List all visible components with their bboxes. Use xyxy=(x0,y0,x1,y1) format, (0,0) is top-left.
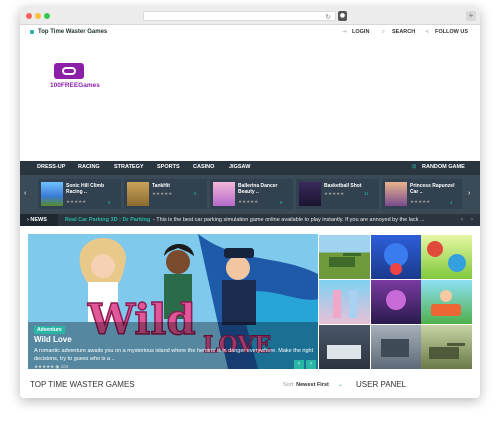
game-tile[interactable] xyxy=(319,235,370,279)
card-title: TankHit xyxy=(152,183,170,189)
logo-icon[interactable] xyxy=(54,63,84,79)
home-icon xyxy=(30,30,34,34)
maximize-dot[interactable] xyxy=(44,13,50,19)
game-tile[interactable] xyxy=(421,325,472,369)
follow-link[interactable]: FOLLOW US xyxy=(435,29,468,35)
new-tab-button[interactable]: + xyxy=(466,11,476,21)
shield-icon[interactable]: ● xyxy=(338,11,347,21)
nav-item-sports[interactable]: SPORTS xyxy=(157,164,180,170)
login-icon: ⇥ xyxy=(342,29,347,35)
play-count: 5 xyxy=(108,200,111,205)
search-icon: ⌕ xyxy=(382,29,386,35)
rating-stars: ★★★★★ xyxy=(66,199,87,204)
news-label: › NEWS xyxy=(20,214,58,226)
close-dot[interactable] xyxy=(26,13,32,19)
news-ticker: › NEWS Real Car Parking 3D : Dr Parking … xyxy=(20,214,480,226)
site-name[interactable]: Top Time Waster Games xyxy=(38,29,107,35)
carousel-card[interactable]: Basketball Shot ★★★★★ 11 xyxy=(296,179,379,209)
minimize-dot[interactable] xyxy=(35,13,41,19)
featured-title[interactable]: Wild Love xyxy=(34,335,72,344)
news-text: - This is the best car parking simulatio… xyxy=(153,217,425,223)
section-title: TOP TIME WASTER GAMES xyxy=(30,380,135,389)
play-count: 11 xyxy=(364,191,369,196)
address-bar[interactable]: ↻ xyxy=(143,11,336,21)
carousel-card[interactable]: TankHit ★★★★★ 5 xyxy=(124,179,207,209)
game-tile[interactable] xyxy=(371,280,422,324)
news-prev-icon[interactable]: ‹ xyxy=(461,217,463,223)
news-link[interactable]: Real Car Parking 3D : Dr Parking xyxy=(65,217,150,223)
play-count: 6 xyxy=(280,200,283,205)
game-thumbnail xyxy=(127,182,149,206)
category-tag[interactable]: Adventure xyxy=(34,326,65,334)
search-link[interactable]: SEARCH xyxy=(392,29,415,35)
carousel-prev-icon[interactable]: ‹ xyxy=(24,190,26,197)
nav-item-racing[interactable]: RACING xyxy=(78,164,100,170)
game-tile[interactable] xyxy=(421,235,472,279)
chevron-down-icon[interactable]: ⌄ xyxy=(338,381,343,388)
game-thumbnail xyxy=(213,182,235,206)
play-count: 5 xyxy=(194,191,197,196)
game-tile[interactable] xyxy=(319,325,370,369)
nav-item-jigsaw[interactable]: JIGSAW xyxy=(229,164,250,170)
game-tile[interactable] xyxy=(371,325,422,369)
shuffle-icon: ⤨ xyxy=(411,164,416,170)
rating-stars: ★★★★★ xyxy=(152,191,173,196)
game-carousel: ‹ Sonic Hill Climb Racing .. ★★★★★ 5 Tank… xyxy=(20,175,480,214)
featured-rating: ★★★★★ ◉ 104 xyxy=(34,364,69,369)
game-tile[interactable] xyxy=(371,235,422,279)
rating-stars: ★★★★★ xyxy=(410,199,431,204)
carousel-card[interactable]: Ballerina Dancer Beauty .. ★★★★★ 6 xyxy=(210,179,293,209)
main-nav: DRESS-UP RACING STRATEGY SPORTS CASINO J… xyxy=(20,161,480,175)
user-panel-title: USER PANEL xyxy=(356,380,407,389)
game-thumbnail xyxy=(299,182,321,206)
login-link[interactable]: LOGIN xyxy=(352,29,369,35)
nav-item-dress-up[interactable]: DRESS-UP xyxy=(37,164,65,170)
card-title: Sonic Hill Climb Racing .. xyxy=(66,183,105,195)
game-thumbnail xyxy=(41,182,63,206)
featured-slide[interactable]: Wild LOVE Adventure Wild Love A romantic… xyxy=(28,234,318,369)
carousel-next-icon[interactable]: › xyxy=(468,190,470,197)
game-tile[interactable] xyxy=(319,280,370,324)
share-icon: ≺ xyxy=(425,29,430,35)
featured-description: A romantic adventure awaits you on a mys… xyxy=(34,348,314,362)
game-tile[interactable] xyxy=(421,280,472,324)
card-title: Ballerina Dancer Beauty .. xyxy=(238,183,278,195)
play-count: 4 xyxy=(450,200,453,205)
news-next-icon[interactable]: › xyxy=(471,217,473,223)
game-thumbnail xyxy=(385,182,407,206)
reload-icon[interactable]: ↻ xyxy=(325,12,331,22)
game-tile-grid xyxy=(318,234,472,369)
page: Top Time Waster Games ⇥ LOGIN ⌕ SEARCH ≺… xyxy=(20,25,480,398)
browser-window: ↻ ● + Top Time Waster Games ⇥ LOGIN ⌕ SE… xyxy=(20,7,480,398)
random-game-button[interactable]: RANDOM GAME xyxy=(422,164,465,170)
sort-control[interactable]: Sort: Newest First xyxy=(283,382,329,388)
nav-item-casino[interactable]: CASINO xyxy=(193,164,214,170)
rating-stars: ★★★★★ xyxy=(238,199,259,204)
slide-prev-button[interactable]: ‹ xyxy=(294,360,304,369)
carousel-card[interactable]: Sonic Hill Climb Racing .. ★★★★★ 5 xyxy=(38,179,121,209)
slide-next-button[interactable]: › xyxy=(306,360,316,369)
carousel-card[interactable]: Princess Rapunzel Car .. ★★★★★ 4 xyxy=(382,179,462,209)
nav-item-strategy[interactable]: STRATEGY xyxy=(114,164,144,170)
browser-chrome: ↻ ● + xyxy=(20,7,480,25)
logo-text[interactable]: 100FREEGames xyxy=(50,82,100,89)
top-bar: Top Time Waster Games ⇥ LOGIN ⌕ SEARCH ≺… xyxy=(20,25,480,40)
card-title: Princess Rapunzel Car .. xyxy=(410,183,455,195)
card-title: Basketball Shot xyxy=(324,183,362,189)
rating-stars: ★★★★★ xyxy=(324,191,345,196)
